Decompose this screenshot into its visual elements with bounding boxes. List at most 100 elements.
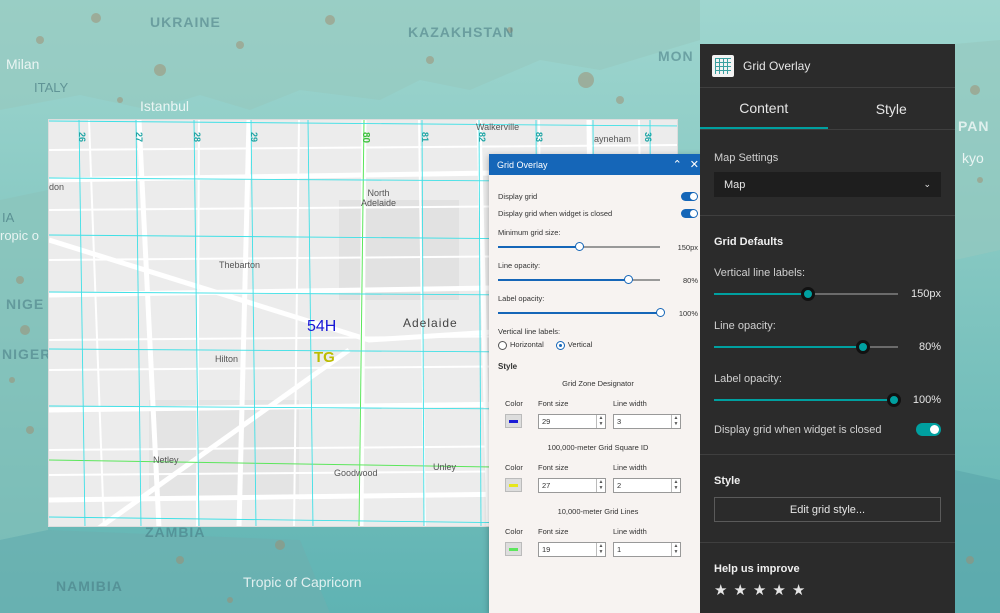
font-size-input[interactable]: 27 ▲ ▼ <box>538 477 606 493</box>
star-icon[interactable]: ★ <box>772 583 785 598</box>
label-north-adelaide: North Adelaide <box>361 188 397 208</box>
grid-square-id-label: TG <box>314 349 335 366</box>
min-grid-size-label: Minimum grid size: <box>498 228 561 237</box>
stepper-icon[interactable]: ▲ ▼ <box>596 414 605 428</box>
display-grid-toggle[interactable] <box>681 192 698 201</box>
line-opacity-value: 80% <box>918 341 941 353</box>
edit-grid-style-button[interactable]: Edit grid style... <box>714 497 941 522</box>
label-thebarton: Thebarton <box>219 260 261 270</box>
label-kazakhstan: KAZAKHSTAN <box>408 24 515 40</box>
tick-label: 82 <box>477 131 488 143</box>
tick-label: 80 <box>360 131 372 144</box>
rating-stars: ★ ★ ★ ★ ★ <box>714 583 941 598</box>
grid-overlay-panel: Grid Overlay ⌃ ✕ Display grid Display gr… <box>489 154 707 613</box>
map-settings-label: Map Settings <box>714 152 779 164</box>
star-icon[interactable]: ★ <box>733 583 746 598</box>
map-select[interactable]: Map ⌄ <box>714 172 941 197</box>
radio-checked-icon <box>555 340 565 350</box>
label-opacity-label: Label opacity: <box>714 373 782 385</box>
vertical-labels-slider[interactable] <box>714 287 898 301</box>
grid-zone-designator-label: 54H <box>307 318 337 335</box>
radio-vertical-label: Vertical <box>567 340 593 350</box>
font-size-input[interactable]: 19 ▲ ▼ <box>538 541 606 557</box>
label-hilton: Hilton <box>215 354 239 364</box>
style-card-grid-lines: 10,000-meter Grid Lines Color Font size … <box>498 507 698 557</box>
chevron-down-icon: ⌄ <box>923 179 931 189</box>
color-swatch[interactable] <box>505 414 522 428</box>
stepper-icon[interactable]: ▲ ▼ <box>596 542 605 556</box>
radio-horizontal[interactable]: Horizontal <box>498 340 544 350</box>
tab-content[interactable]: Content <box>700 88 828 129</box>
style-card-title: 10,000-meter Grid Lines <box>557 507 639 516</box>
grid-defaults-title: Grid Defaults <box>714 236 784 248</box>
side-panel: Grid Overlay Content Style Map Settings … <box>700 44 955 613</box>
line-width-input[interactable]: 2 ▲ ▼ <box>613 477 681 493</box>
label-unley: Unley <box>433 462 457 472</box>
label-italy: ITALY <box>34 80 69 95</box>
color-swatch[interactable] <box>505 542 522 556</box>
line-opacity-label: Line opacity: <box>498 261 541 270</box>
label-nigeria: NIGE <box>6 296 45 312</box>
line-width-head: Line width <box>613 463 647 472</box>
collapse-icon[interactable]: ⌃ <box>673 158 682 171</box>
display-grid-closed-toggle[interactable] <box>681 209 698 218</box>
line-opacity-label: Line opacity: <box>714 320 776 332</box>
style-title: Style <box>714 475 741 487</box>
font-size-input[interactable]: 29 ▲ ▼ <box>538 413 606 429</box>
line-width-input[interactable]: 1 ▲ ▼ <box>613 541 681 557</box>
help-title: Help us improve <box>714 563 800 575</box>
tab-style[interactable]: Style <box>828 88 956 129</box>
color-head: Color <box>505 527 523 536</box>
stepper-icon[interactable]: ▲ ▼ <box>671 542 680 556</box>
side-panel-tabs: Content Style <box>700 88 955 130</box>
star-icon[interactable]: ★ <box>792 583 805 598</box>
stepper-icon[interactable]: ▲ ▼ <box>671 414 680 428</box>
style-card-gzd: Grid Zone Designator Color Font size Lin… <box>498 379 698 429</box>
label-opacity-label: Label opacity: <box>498 294 545 303</box>
stepper-icon[interactable]: ▲ ▼ <box>596 478 605 492</box>
font-size-head: Font size <box>538 399 569 408</box>
line-opacity-value: 80% <box>682 275 698 285</box>
style-card-square-id: 100,000-meter Grid Square ID Color Font … <box>498 443 698 493</box>
radio-horizontal-label: Horizontal <box>510 340 544 350</box>
radio-vertical[interactable]: Vertical <box>555 340 593 350</box>
star-icon[interactable]: ★ <box>753 583 766 598</box>
display-closed-toggle[interactable] <box>916 423 941 436</box>
overlay-style-title: Style <box>498 362 518 371</box>
font-size-head: Font size <box>538 463 569 472</box>
style-card-title: Grid Zone Designator <box>562 379 634 388</box>
line-width-input[interactable]: 3 ▲ ▼ <box>613 413 681 429</box>
label-opacity-value: 100% <box>678 308 698 318</box>
display-closed-label: Display grid when widget is closed <box>714 423 882 436</box>
grid-overlay-icon <box>712 54 734 77</box>
color-swatch[interactable] <box>505 478 522 492</box>
label-opacity-value: 100% <box>912 394 941 406</box>
overlay-panel-header[interactable]: Grid Overlay ⌃ ✕ <box>489 154 707 175</box>
font-size-head: Font size <box>538 527 569 536</box>
label-tropic-left: ropic o <box>0 228 40 243</box>
vertical-labels-label: Vertical line labels: <box>714 267 806 279</box>
min-grid-size-value: 150px <box>677 242 698 252</box>
tick-label: 29 <box>249 131 260 143</box>
color-head: Color <box>505 463 523 472</box>
display-grid-label: Display grid <box>498 192 538 201</box>
line-opacity-slider[interactable] <box>714 340 898 354</box>
stepper-icon[interactable]: ▲ ▼ <box>671 478 680 492</box>
overlay-panel-title: Grid Overlay <box>497 159 548 170</box>
label-ia: IA <box>2 210 15 225</box>
map-select-value: Map <box>724 178 746 191</box>
tick-label: 36 <box>643 131 654 143</box>
min-grid-size-slider[interactable] <box>498 242 660 251</box>
style-card-title: 100,000-meter Grid Square ID <box>547 443 649 452</box>
label-ukraine: UKRAINE <box>150 14 221 30</box>
tick-label: 26 <box>77 131 88 143</box>
label-istanbul: Istanbul <box>140 98 190 114</box>
label-adelaide: Adelaide <box>403 316 458 330</box>
close-icon[interactable]: ✕ <box>690 158 699 171</box>
star-icon[interactable]: ★ <box>714 583 727 598</box>
label-milan: Milan <box>6 56 40 72</box>
label-opacity-slider[interactable] <box>498 308 665 317</box>
label-opacity-slider[interactable] <box>714 393 902 407</box>
line-opacity-slider[interactable] <box>498 275 660 284</box>
display-grid-closed-label: Display grid when widget is closed <box>498 209 613 218</box>
